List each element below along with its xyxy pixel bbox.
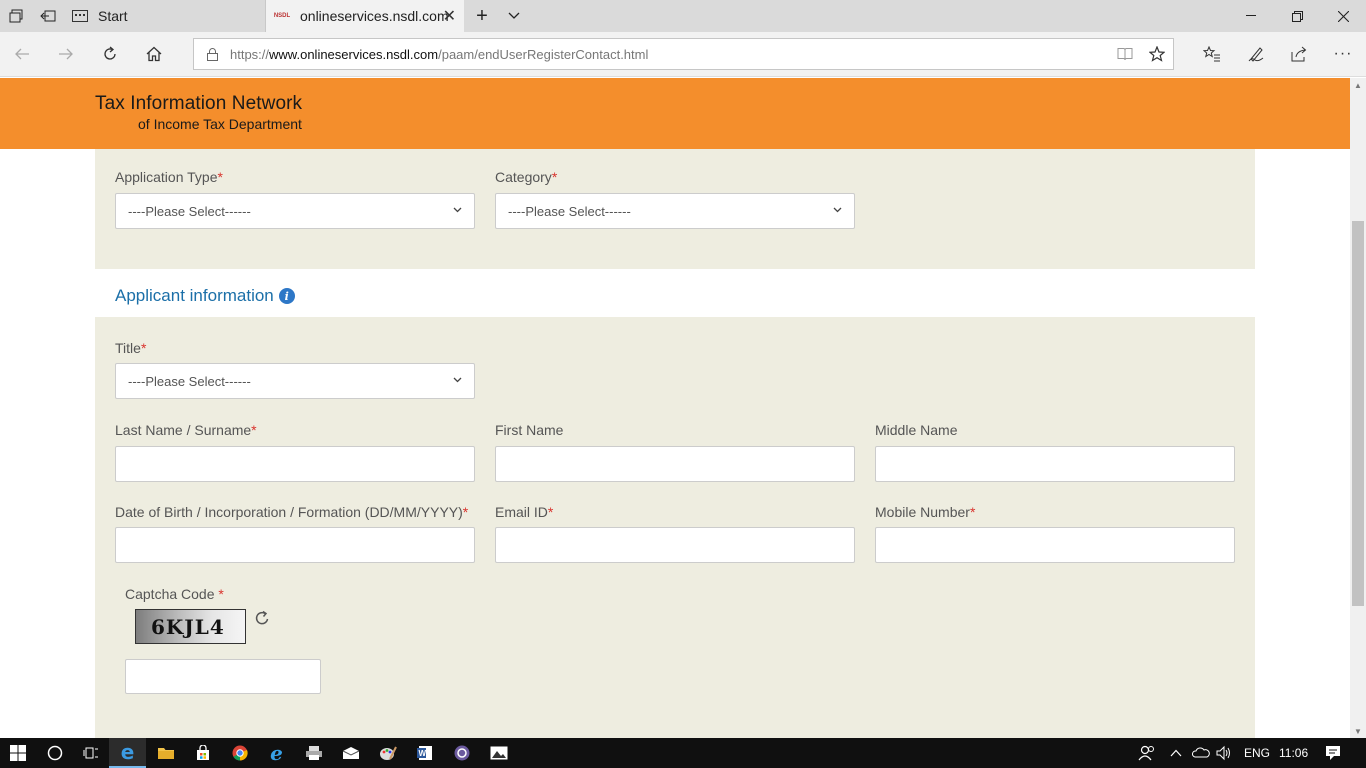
printer-icon[interactable] xyxy=(295,738,332,768)
first-name-input[interactable] xyxy=(495,446,855,482)
chevron-down-icon xyxy=(833,204,842,216)
tab-strip: Start NSDL onlineservices.nsdl.com ✕ + xyxy=(0,0,1366,32)
forward-icon[interactable] xyxy=(49,38,83,70)
show-hidden-icons-icon[interactable] xyxy=(1170,738,1182,768)
close-window-icon[interactable] xyxy=(1320,0,1366,32)
captcha-text: 6KJL4 xyxy=(151,614,225,639)
favorites-hub-icon[interactable] xyxy=(1195,38,1229,70)
logo-line2: of Income Tax Department xyxy=(138,116,302,132)
logo-line1: Tax Information Network xyxy=(95,93,303,114)
paint-icon[interactable] xyxy=(369,738,406,768)
application-type-label: Application Type* xyxy=(115,169,223,185)
captcha-image: 6KJL4 xyxy=(135,609,246,644)
chevron-down-icon xyxy=(453,204,462,216)
app-icon-purple[interactable] xyxy=(443,738,480,768)
email-input[interactable] xyxy=(495,527,855,563)
edge-browser-icon[interactable]: e xyxy=(109,738,146,768)
dob-input[interactable] xyxy=(115,527,475,563)
clock[interactable]: 11:06 xyxy=(1279,738,1308,768)
last-name-label: Last Name / Surname* xyxy=(115,422,257,438)
captcha-label: Captcha Code * xyxy=(125,586,224,602)
new-tab-icon[interactable]: + xyxy=(466,0,498,32)
nsdl-favicon: NSDL xyxy=(273,13,291,19)
scroll-down-icon[interactable]: ▼ xyxy=(1350,724,1366,738)
tab-start-label: Start xyxy=(98,8,128,24)
captcha-input[interactable] xyxy=(125,659,321,694)
word-icon[interactable]: W xyxy=(406,738,443,768)
language-indicator[interactable]: ENG xyxy=(1244,738,1270,768)
url-prefix: https:// xyxy=(230,46,270,62)
middle-name-input[interactable] xyxy=(875,446,1235,482)
task-view-icon[interactable] xyxy=(72,738,109,768)
home-icon[interactable] xyxy=(137,38,171,70)
category-label: Category* xyxy=(495,169,558,185)
onedrive-icon[interactable] xyxy=(1192,738,1210,768)
tab-nsdl[interactable]: NSDL onlineservices.nsdl.com ✕ xyxy=(266,0,464,32)
application-type-value: ----Please Select------ xyxy=(128,203,251,219)
navigation-bar: https://www.onlineservices.nsdl.com/paam… xyxy=(0,32,1366,77)
volume-icon[interactable] xyxy=(1215,738,1233,768)
share-icon[interactable] xyxy=(1282,38,1316,70)
captcha-refresh-icon[interactable] xyxy=(254,610,270,631)
mobile-label: Mobile Number* xyxy=(875,504,976,520)
start-page-icon xyxy=(72,8,88,24)
email-label: Email ID* xyxy=(495,504,554,520)
tab-start[interactable]: Start xyxy=(64,0,266,32)
title-select[interactable]: ----Please Select------ xyxy=(115,363,475,399)
minimize-icon[interactable] xyxy=(1228,0,1274,32)
chevron-down-icon xyxy=(453,374,462,386)
internet-explorer-icon[interactable]: e xyxy=(258,738,295,768)
application-type-select[interactable]: ----Please Select------ xyxy=(115,193,475,229)
pen-icon[interactable] xyxy=(1239,38,1273,70)
info-icon[interactable]: i xyxy=(278,288,295,304)
url-text[interactable]: https://www.onlineservices.nsdl.com/paam… xyxy=(230,47,1109,62)
lock-icon[interactable] xyxy=(194,47,230,61)
cortana-icon[interactable] xyxy=(36,738,73,768)
page-content: Tax Information Network of Income Tax De… xyxy=(0,78,1350,738)
tab-nsdl-label: onlineservices.nsdl.com xyxy=(300,8,449,24)
category-value: ----Please Select------ xyxy=(508,203,631,219)
title-label: Title* xyxy=(115,340,147,356)
store-icon[interactable] xyxy=(184,738,221,768)
svg-text:W: W xyxy=(418,749,426,758)
mail-icon[interactable] xyxy=(332,738,369,768)
scroll-up-icon[interactable]: ▲ xyxy=(1350,78,1366,92)
windows-taskbar: e e W ENG 11:06 xyxy=(0,738,1366,768)
tab-manager-icon[interactable] xyxy=(0,0,32,32)
first-name-label: First Name xyxy=(495,422,564,438)
last-name-input[interactable] xyxy=(115,446,475,482)
chevron-down-icon[interactable] xyxy=(498,0,530,32)
scrollbar-thumb[interactable] xyxy=(1352,221,1364,606)
reading-view-icon[interactable] xyxy=(1109,39,1141,69)
address-bar[interactable]: https://www.onlineservices.nsdl.com/paam… xyxy=(193,38,1174,70)
close-tab-icon[interactable]: ✕ xyxy=(443,6,456,26)
mobile-input[interactable] xyxy=(875,527,1235,563)
applicant-info-heading: Applicant information i xyxy=(115,286,295,306)
url-path: /paam/endUserRegisterContact.html xyxy=(438,46,649,62)
dob-label: Date of Birth / Incorporation / Formatio… xyxy=(115,504,469,520)
people-icon[interactable] xyxy=(1138,738,1156,768)
middle-name-label: Middle Name xyxy=(875,422,958,438)
page-scrollbar[interactable]: ▲ ▼ xyxy=(1350,78,1366,738)
set-tabs-aside-icon[interactable] xyxy=(32,0,64,32)
windows-start-icon[interactable] xyxy=(0,738,36,768)
favorite-star-icon[interactable] xyxy=(1141,39,1173,69)
applicant-info-title: Applicant information xyxy=(115,286,274,305)
category-select[interactable]: ----Please Select------ xyxy=(495,193,855,229)
tin-logo[interactable]: Tax Information Network of Income Tax De… xyxy=(95,93,302,132)
photos-icon[interactable] xyxy=(480,738,517,768)
page-header: Tax Information Network of Income Tax De… xyxy=(0,78,1350,149)
action-center-icon[interactable] xyxy=(1325,738,1341,768)
file-explorer-icon[interactable] xyxy=(147,738,184,768)
title-value: ----Please Select------ xyxy=(128,373,251,389)
chrome-icon[interactable] xyxy=(221,738,258,768)
back-icon[interactable] xyxy=(5,38,39,70)
url-host: www.onlineservices.nsdl.com xyxy=(269,46,439,62)
more-icon[interactable]: ··· xyxy=(1326,38,1360,70)
restore-icon[interactable] xyxy=(1274,0,1320,32)
refresh-icon[interactable] xyxy=(93,38,127,70)
